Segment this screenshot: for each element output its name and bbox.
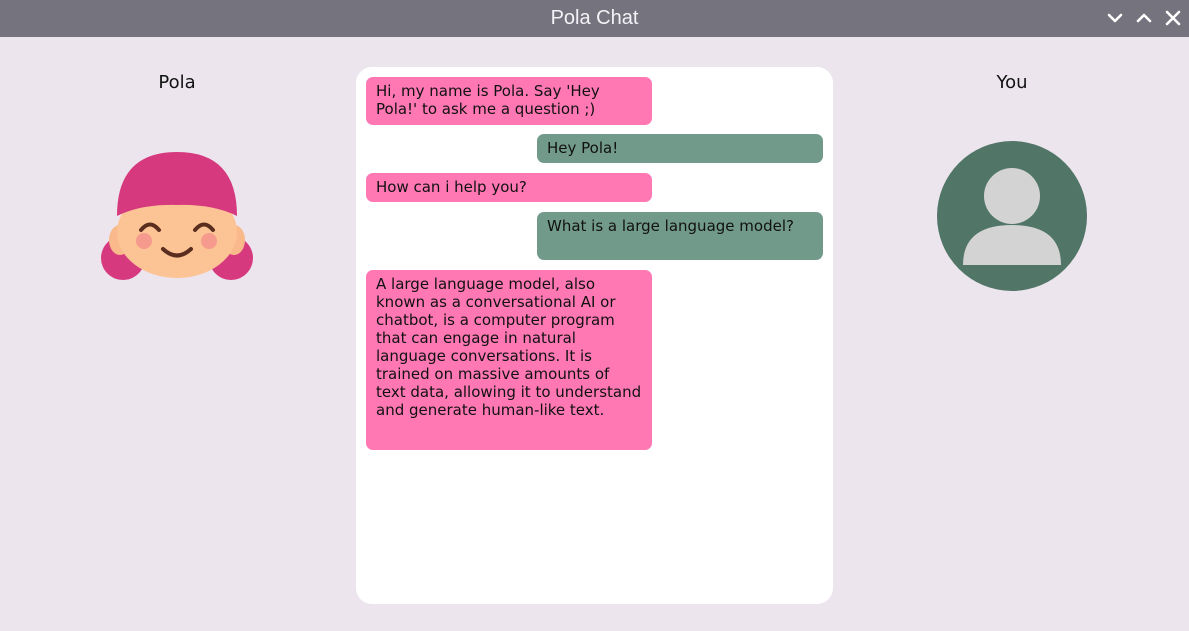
pola-avatar	[101, 150, 253, 286]
chevron-up-icon	[1136, 13, 1152, 23]
close-button[interactable]	[1163, 8, 1183, 28]
user-avatar	[937, 141, 1087, 295]
message-user: What is a large language model?	[537, 212, 823, 260]
message-pola: Hi, my name is Pola. Say 'Hey Pola!' to …	[366, 77, 652, 125]
message-user: Hey Pola!	[537, 134, 823, 163]
close-icon	[1165, 10, 1181, 26]
girl-face-icon	[101, 152, 253, 280]
message-pola: How can i help you?	[366, 173, 652, 202]
message-pola: A large language model, also known as a …	[366, 270, 652, 450]
window-title: Pola Chat	[550, 7, 639, 29]
chat-panel[interactable]: Hi, my name is Pola. Say 'Hey Pola!' to …	[356, 67, 833, 604]
user-silhouette-icon	[937, 141, 1087, 291]
you-label: You	[996, 72, 1028, 93]
pola-label: Pola	[158, 72, 196, 93]
minimize-button[interactable]	[1105, 8, 1125, 28]
title-bar: Pola Chat	[0, 0, 1189, 37]
chevron-down-icon	[1107, 13, 1123, 23]
maximize-button[interactable]	[1134, 8, 1154, 28]
